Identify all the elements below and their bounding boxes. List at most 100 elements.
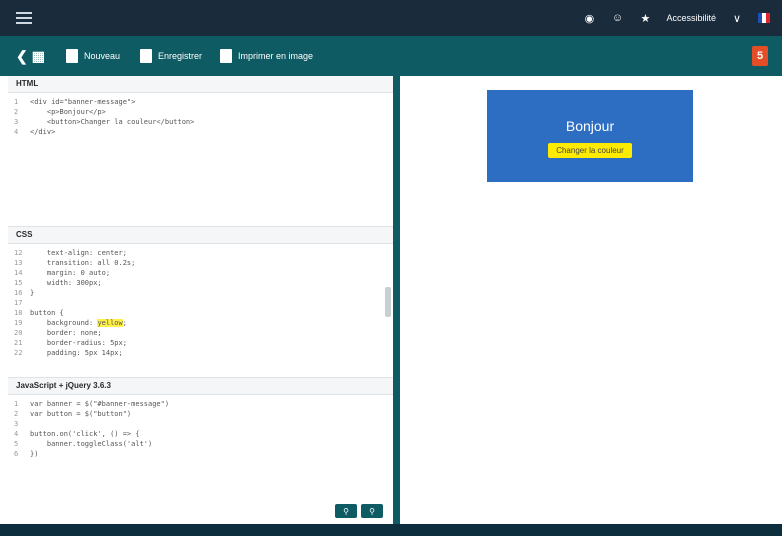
html-code-editor[interactable]: 1 <div id="banner-message"> 2 <p>Bonjour</… <box>8 93 393 141</box>
code-text: var button = $("button") <box>30 410 132 418</box>
print-image-button[interactable]: Imprimer en image <box>220 48 313 64</box>
js-code-editor[interactable]: 1 var banner = $("#banner-message") 2 var b… <box>8 395 393 463</box>
back-arrow-icon: ❮ <box>16 48 28 64</box>
css-code-editor[interactable]: 12 text-align: center; 13 transition: all… <box>8 244 393 370</box>
back-button[interactable]: ❮ ▦ <box>16 48 45 65</box>
code-line: 19 background: yellow; <box>14 318 387 328</box>
code-line: 2 <p>Bonjour</p> <box>14 107 387 117</box>
code-text: border-radius: 5px; <box>30 339 127 347</box>
code-text: text-align: center; <box>30 249 127 257</box>
line-number: 15 <box>14 279 23 287</box>
code-text: }) <box>30 450 39 458</box>
line-number: 3 <box>14 420 19 428</box>
code-text: margin: 0 auto; <box>30 269 111 277</box>
code-line: 4 button.on('click', () => { <box>14 429 387 439</box>
line-number: 14 <box>14 269 23 277</box>
line-number: 3 <box>14 118 19 126</box>
code-text: button.on('click', () => { <box>30 430 140 438</box>
code-line: 17 <box>14 298 387 308</box>
editor-panel: HTML 1 <div id="banner-message"> 2 <p>Bonj… <box>8 76 394 524</box>
footer-bar <box>0 524 782 536</box>
code-line: 1 var banner = $("#banner-message") <box>14 399 387 409</box>
change-color-button[interactable]: Changer la couleur <box>548 143 632 158</box>
code-line: 15 width: 300px; <box>14 278 387 288</box>
code-line: 3 <box>14 419 387 429</box>
code-text: button { <box>30 309 64 317</box>
code-text: </div> <box>30 128 56 136</box>
code-line: 20 border: none; <box>14 328 387 338</box>
line-number: 2 <box>14 108 19 116</box>
pane-divider[interactable] <box>393 76 400 524</box>
html-section: HTML 1 <div id="banner-message"> 2 <p>Bonj… <box>8 76 393 226</box>
code-line: 1 <div id="banner-message"> <box>14 97 387 107</box>
css-scrollbar[interactable] <box>385 287 391 317</box>
code-line: 5 banner.toggleClass('alt') <box>14 439 387 449</box>
accessibility-link[interactable]: Accessibilité <box>666 13 716 23</box>
code-line: 13 transition: all 0.2s; <box>14 258 387 268</box>
html5-badge-icon: 5 <box>752 46 768 66</box>
save-button[interactable]: Enregistrer <box>140 48 202 64</box>
html-section-title: HTML <box>8 76 393 93</box>
camera-icon[interactable]: ◉ <box>582 11 596 25</box>
line-number: 18 <box>14 309 23 317</box>
top-bar: ◉ ☺ ★ Accessibilité ∨ <box>0 0 782 36</box>
zoom-out-icon[interactable]: ⚲ <box>361 504 383 518</box>
css-section-title: CSS <box>8 227 393 244</box>
code-text: <div id="banner-message"> <box>30 98 136 106</box>
image-icon <box>220 49 232 63</box>
line-number: 4 <box>14 128 19 136</box>
top-right-actions: ◉ ☺ ★ Accessibilité ∨ <box>582 0 770 36</box>
line-number: 6 <box>14 450 19 458</box>
js-section: JavaScript + jQuery 3.6.3 1 var banner = … <box>8 377 393 524</box>
line-number: 1 <box>14 98 19 106</box>
code-line: 3 <button>Changer la couleur</button> <box>14 117 387 127</box>
line-number: 16 <box>14 289 23 297</box>
line-number: 5 <box>14 440 19 448</box>
line-number: 4 <box>14 430 19 438</box>
code-text: var banner = $("#banner-message") <box>30 400 170 408</box>
js-section-title: JavaScript + jQuery 3.6.3 <box>8 378 393 395</box>
line-number: 2 <box>14 410 19 418</box>
code-line: 2 var button = $("button") <box>14 409 387 419</box>
line-number: 19 <box>14 319 23 327</box>
line-number: 12 <box>14 249 23 257</box>
save-icon <box>140 49 152 63</box>
new-button[interactable]: Nouveau <box>66 48 120 64</box>
star-icon[interactable]: ★ <box>638 11 652 25</box>
code-text: background: yellow; <box>30 319 127 327</box>
code-text: <p>Bonjour</p> <box>30 108 106 116</box>
line-number: 20 <box>14 329 23 337</box>
code-text: transition: all 0.2s; <box>30 259 136 267</box>
code-line: 4 </div> <box>14 127 387 137</box>
editor-toolbar: ❮ ▦ Nouveau Enregistrer Imprimer en imag… <box>0 36 782 76</box>
code-line: 6}) <box>14 449 387 459</box>
grid-icon: ▦ <box>31 48 45 64</box>
code-text: } <box>30 289 35 297</box>
code-line: 14 margin: 0 auto; <box>14 268 387 278</box>
file-icon <box>66 49 78 63</box>
line-number: 21 <box>14 339 23 347</box>
hamburger-icon[interactable] <box>16 9 32 25</box>
user-circle-icon[interactable]: ☺ <box>610 11 624 25</box>
code-text: <button>Changer la couleur</button> <box>30 118 195 126</box>
share-icon[interactable]: ∨ <box>730 11 744 25</box>
code-line: 22 padding: 5px 14px; <box>14 348 387 358</box>
line-number: 17 <box>14 299 23 307</box>
code-text: padding: 5px 14px; <box>30 349 123 357</box>
code-line: 21 border-radius: 5px; <box>14 338 387 348</box>
line-number: 1 <box>14 400 19 408</box>
code-text: width: 300px; <box>30 279 102 287</box>
code-text: banner.toggleClass('alt') <box>30 440 153 448</box>
zoom-in-icon[interactable]: ⚲ <box>335 504 357 518</box>
code-line: 16} <box>14 288 387 298</box>
banner-message: Bonjour Changer la couleur <box>487 90 693 182</box>
code-line: 18 button { <box>14 308 387 318</box>
preview-panel: Bonjour Changer la couleur <box>400 76 782 524</box>
france-flag-icon[interactable] <box>758 13 770 23</box>
line-number: 13 <box>14 259 23 267</box>
banner-text: Bonjour <box>565 118 615 134</box>
line-number: 22 <box>14 349 23 357</box>
css-section: CSS 12 text-align: center; 13 transition:… <box>8 226 393 377</box>
code-line: 12 text-align: center; <box>14 248 387 258</box>
code-text: border: none; <box>30 329 102 337</box>
